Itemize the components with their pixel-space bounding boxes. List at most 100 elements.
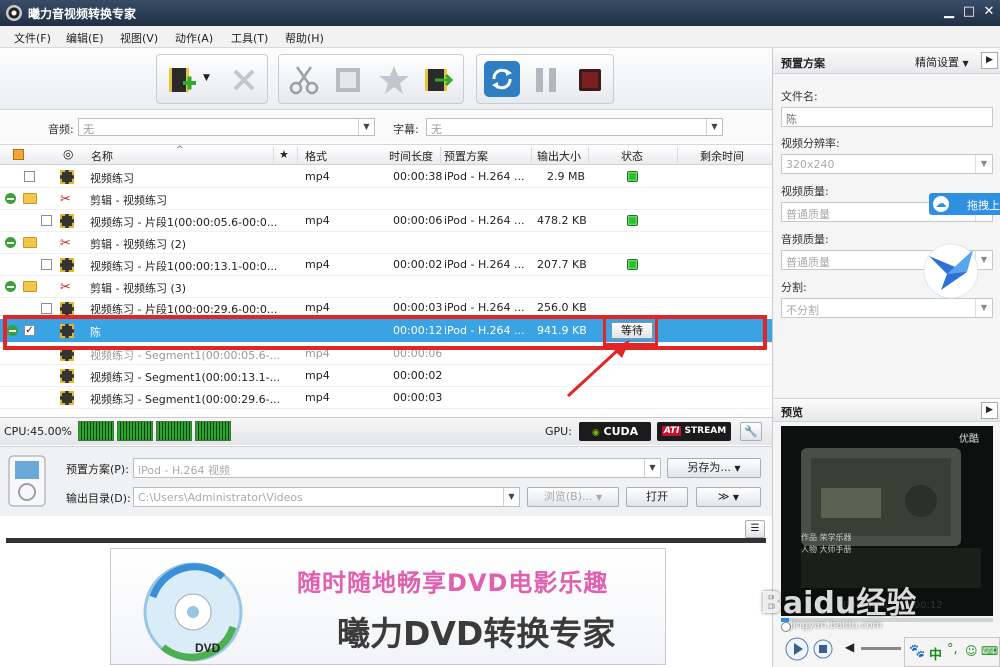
- ad-banner[interactable]: DVD 随时随地畅享DVD电影乐趣 曦力DVD转换专家: [110, 548, 666, 665]
- subtitle-value: 无: [431, 123, 442, 136]
- volume-slider[interactable]: [861, 647, 901, 650]
- add-dropdown-icon[interactable]: ▼: [203, 73, 210, 83]
- row-checkbox[interactable]: [41, 259, 52, 270]
- scissors-icon[interactable]: [287, 63, 321, 97]
- nvidia-eye-icon: ◉: [591, 428, 600, 438]
- chevron-down-icon: ▼: [358, 119, 374, 135]
- expand-preview-icon[interactable]: ▶: [981, 402, 998, 419]
- ime-paw-icon: 🐾: [909, 644, 926, 659]
- row-checkbox[interactable]: [41, 303, 52, 314]
- table-row[interactable]: 视频练习 - Segment1(00:00:13.1-... mp4 00:00…: [0, 365, 772, 387]
- drag-upload-widget[interactable]: ☁ 拖拽上: [929, 193, 1000, 215]
- row-format: mp4: [305, 170, 330, 183]
- column-status[interactable]: 状态: [621, 148, 643, 164]
- column-divider: [531, 147, 532, 163]
- preset-select[interactable]: iPod - H.264 视频 ▼: [133, 458, 661, 478]
- row-size: 478.2 KB: [537, 214, 587, 227]
- audio-select[interactable]: 无 ▼: [78, 118, 375, 136]
- output-dir-input[interactable]: C:\Users\Administrator\Videos ▼: [133, 487, 520, 507]
- menu-file[interactable]: 文件(F): [14, 30, 51, 46]
- baidu-watermark-url: jingyan.baidu.com: [790, 620, 883, 631]
- column-duration[interactable]: 时间长度: [389, 148, 433, 164]
- table-row[interactable]: 视频练习 - 片段1(00:00:29.6-00:0... mp4 00:00:…: [0, 298, 772, 316]
- row-name: 视频练习 - Segment1(00:00:13.1-...: [90, 371, 281, 384]
- folder-icon: [23, 193, 37, 204]
- bird-logo-icon: [923, 243, 979, 299]
- chevron-down-icon: ▼: [734, 464, 741, 473]
- cuda-button[interactable]: ◉ CUDA: [579, 422, 651, 441]
- chevron-down-icon: ▼: [732, 493, 740, 502]
- simple-settings-dropdown[interactable]: 精简设置 ▼: [915, 54, 969, 70]
- menu-view[interactable]: 视图(V): [120, 30, 158, 46]
- column-divider: [273, 147, 274, 163]
- output-dir-label: 输出目录(D):: [66, 492, 131, 505]
- table-row[interactable]: 视频练习 - 片段1(00:00:05.6-00:0... mp4 00:00:…: [0, 210, 772, 232]
- video-file-icon: [60, 214, 74, 228]
- convert-icon[interactable]: [483, 60, 521, 98]
- column-format[interactable]: 格式: [305, 148, 327, 164]
- toolbar-group-convert: [476, 54, 614, 104]
- column-size[interactable]: 输出大小: [537, 148, 581, 164]
- volume-icon[interactable]: ◀: [845, 640, 854, 654]
- banner-slogan: 随时随地畅享DVD电影乐趣: [297, 569, 609, 597]
- column-name[interactable]: 名称: [91, 148, 113, 164]
- more-label: ≫: [717, 490, 730, 503]
- table-row[interactable]: 视频练习 - Segment1(00:00:29.6-... mp4 00:00…: [0, 387, 772, 409]
- table-row[interactable]: ✂ 剪辑 - 视频练习 (2): [0, 232, 772, 254]
- menu-action[interactable]: 动作(A): [175, 30, 213, 46]
- table-row[interactable]: ✂ 剪辑 - 视频练习 (3): [0, 276, 772, 298]
- collapse-icon[interactable]: [5, 237, 16, 248]
- table-row[interactable]: 视频练习 - 片段1(00:00:13.1-00:0... mp4 00:00:…: [0, 254, 772, 276]
- effect-star-icon[interactable]: [377, 63, 411, 97]
- save-as-button[interactable]: 另存为... ▼: [667, 458, 761, 478]
- row-duration: 00:00:03: [393, 391, 443, 404]
- progress-bar: [6, 538, 766, 543]
- filename-input[interactable]: 陈: [781, 107, 993, 127]
- collapse-icon[interactable]: [5, 281, 16, 292]
- clip-scissors-icon: ✂: [60, 192, 71, 207]
- row-checkbox[interactable]: [24, 171, 35, 182]
- delete-icon[interactable]: [227, 63, 261, 97]
- row-checkbox[interactable]: [41, 215, 52, 226]
- collapse-panel-icon[interactable]: ▶: [981, 52, 998, 69]
- row-format: mp4: [305, 214, 330, 227]
- cpu-usage-label: CPU:45.00%: [4, 425, 73, 438]
- maximize-button[interactable]: □: [960, 3, 978, 21]
- stop-playback-icon[interactable]: [813, 639, 833, 659]
- table-row[interactable]: ✂ 剪辑 - 视频练习: [0, 188, 772, 210]
- collapse-icon[interactable]: [5, 193, 16, 204]
- open-button[interactable]: 打开: [626, 487, 688, 507]
- filename-value: 陈: [786, 113, 797, 126]
- ati-stream-button[interactable]: ATI STREAM: [657, 422, 731, 441]
- row-duration: 00:00:38: [393, 170, 443, 183]
- merge-icon[interactable]: [421, 63, 455, 97]
- menu-tools[interactable]: 工具(T): [231, 30, 268, 46]
- close-button[interactable]: ✕: [980, 3, 998, 21]
- row-preset: iPod - H.264 ...: [444, 258, 525, 271]
- select-all-checkbox[interactable]: [13, 149, 24, 160]
- disc-column-icon[interactable]: ◎: [63, 147, 73, 161]
- browse-button[interactable]: 浏览(B)... ▼: [527, 487, 619, 507]
- output-settings-panel: 预置方案(P): iPod - H.264 视频 ▼ 另存为... ▼ 输出目录…: [0, 446, 772, 516]
- film-edit-icon[interactable]: [331, 63, 365, 97]
- stop-icon[interactable]: [573, 63, 607, 97]
- split-select[interactable]: 不分割 ▼: [781, 298, 993, 318]
- menu-help[interactable]: 帮助(H): [285, 30, 324, 46]
- dvd-disc-icon: DVD: [143, 562, 243, 662]
- column-remaining[interactable]: 剩余时间: [700, 148, 744, 164]
- minimize-button[interactable]: ▁: [940, 3, 958, 21]
- wrench-icon[interactable]: 🔧: [740, 422, 762, 441]
- ime-toolbar[interactable]: 🐾 中 °, ☺ ⌨: [904, 637, 1000, 667]
- play-icon[interactable]: [785, 637, 809, 661]
- add-video-icon[interactable]: [165, 63, 199, 97]
- more-output-button[interactable]: ≫ ▼: [696, 487, 761, 507]
- title-bar: 曦力音视频转换专家 ▁ □ ✕: [0, 0, 1000, 26]
- table-row[interactable]: 视频练习 mp4 00:00:38 iPod - H.264 ... 2.9 M…: [0, 166, 772, 188]
- pause-icon[interactable]: [529, 63, 563, 97]
- column-star[interactable]: ★: [279, 148, 289, 161]
- subtitle-select[interactable]: 无 ▼: [426, 118, 723, 136]
- log-icon[interactable]: ☰: [745, 520, 765, 538]
- menu-edit[interactable]: 编辑(E): [66, 30, 104, 46]
- resolution-select[interactable]: 320x240 ▼: [781, 154, 993, 174]
- column-preset[interactable]: 预置方案: [444, 148, 488, 164]
